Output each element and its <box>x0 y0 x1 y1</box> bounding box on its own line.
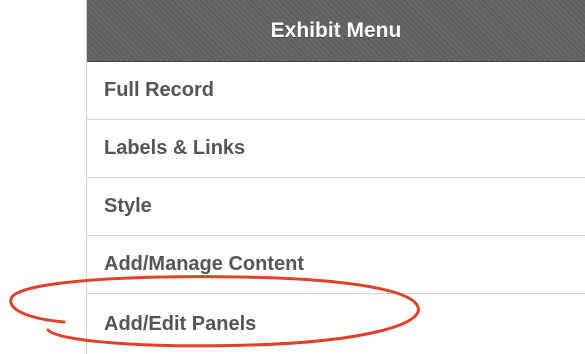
menu-item-style[interactable]: Style <box>87 178 585 236</box>
menu-item-full-record[interactable]: Full Record <box>87 62 585 120</box>
menu-item-labels-links[interactable]: Labels & Links <box>87 120 585 178</box>
menu-header: Exhibit Menu <box>87 0 585 62</box>
screenshot-stage: Exhibit Menu Full Record Labels & Links … <box>0 0 585 354</box>
menu-item-add-edit-panels[interactable]: Add/Edit Panels <box>87 294 585 354</box>
menu-item-add-manage-content[interactable]: Add/Manage Content <box>87 236 585 294</box>
exhibit-menu: Exhibit Menu Full Record Labels & Links … <box>86 0 585 354</box>
